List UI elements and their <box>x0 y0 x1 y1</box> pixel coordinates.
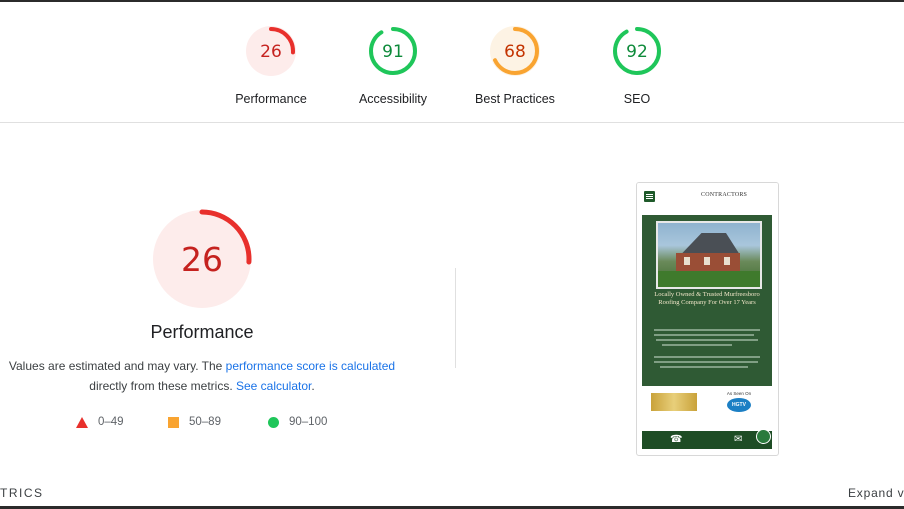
envelope-icon: ✉ <box>734 434 743 445</box>
site-badges: As Seen On HGTV <box>642 388 772 416</box>
desc-prefix: Values are estimated and may vary. The <box>8 359 226 373</box>
legend-range: 0–49 <box>98 416 124 428</box>
performance-title: Performance <box>150 322 254 342</box>
chat-bubble-icon <box>756 429 771 444</box>
hamburger-menu-icon <box>644 191 655 202</box>
vertical-divider <box>455 268 456 368</box>
score-ring-icon: 92 <box>612 26 662 76</box>
house-photo <box>656 221 762 289</box>
gauge-label: SEO <box>623 92 651 106</box>
gauge-performance[interactable]: 26 Performance <box>216 24 326 106</box>
hgtv-logo: HGTV <box>727 398 751 412</box>
score-ring-icon: 68 <box>490 26 540 76</box>
phone-icon: ☎ <box>670 434 683 445</box>
legend-item-pass: 90–100 <box>268 416 327 428</box>
legend-item-average: 50–89 <box>168 416 221 428</box>
performance-score-link[interactable]: performance score is calculated <box>226 359 395 373</box>
score-legend: 0–49 50–89 90–100 <box>0 416 404 432</box>
square-icon <box>168 416 179 428</box>
gauge-score: 92 <box>626 42 648 62</box>
gauge-score: 68 <box>504 42 526 62</box>
site-footer-bar: ☎ ✉ <box>642 431 772 449</box>
metrics-heading: TRICS <box>0 486 44 500</box>
score-ring-icon: 91 <box>368 26 418 76</box>
gauge-score: 26 <box>260 42 282 62</box>
award-badge <box>651 393 697 411</box>
as-seen-on-label: As Seen On <box>726 391 752 396</box>
summary-divider <box>0 122 904 123</box>
performance-score: 26 <box>181 240 223 279</box>
expand-view-toggle[interactable]: Expand v <box>848 486 904 500</box>
gauge-label: Performance <box>235 92 307 106</box>
site-header: CONTRACTORS <box>637 183 778 215</box>
see-calculator-link[interactable]: See calculator <box>236 379 311 393</box>
desc-suffix: . <box>311 379 315 393</box>
legend-range: 90–100 <box>289 416 328 428</box>
performance-description: Values are estimated and may vary. The p… <box>0 356 404 396</box>
performance-score-gauge: 26 <box>152 209 252 309</box>
gauge-accessibility[interactable]: 91 Accessibility <box>338 24 448 106</box>
score-ring-icon: 26 <box>246 26 296 76</box>
legend-item-fail: 0–49 <box>76 416 124 428</box>
site-logo: CONTRACTORS <box>701 192 748 198</box>
gauge-label: Accessibility <box>358 92 428 106</box>
circle-icon <box>268 416 279 428</box>
category-summary-bar: 26 Performance 91 Accessibility 68 Best … <box>0 2 904 122</box>
gauge-best-practices[interactable]: 68 Best Practices <box>460 24 570 106</box>
gauge-score: 91 <box>382 42 404 62</box>
desc-middle: directly from these metrics. <box>89 379 236 393</box>
final-screenshot-thumbnail[interactable]: CONTRACTORS Locally Owned & Trusted Murf… <box>636 182 779 456</box>
site-headline: Locally Owned & Trusted Murfreesboro Roo… <box>654 291 760 306</box>
gauge-label: Best Practices <box>475 92 555 106</box>
site-hero: Locally Owned & Trusted Murfreesboro Roo… <box>642 215 772 386</box>
legend-range: 50–89 <box>189 416 221 428</box>
gauge-seo[interactable]: 92 SEO <box>582 24 692 106</box>
triangle-icon <box>76 416 88 428</box>
